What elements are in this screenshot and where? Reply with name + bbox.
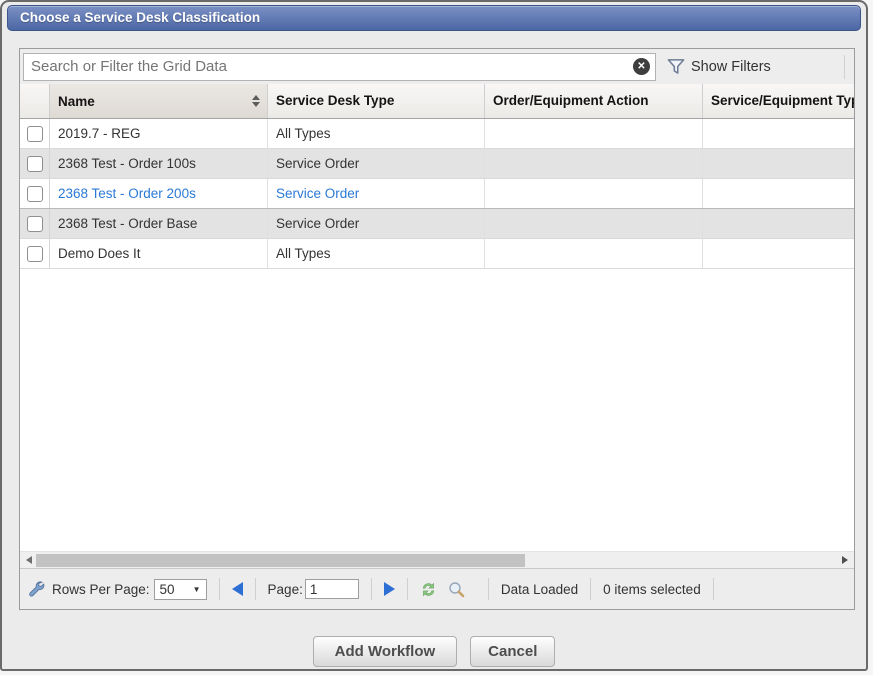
cell-service-desk-type: All Types [268, 119, 485, 148]
status-text: Data Loaded [501, 582, 578, 597]
cell-name: Demo Does It [50, 239, 268, 268]
header-checkbox-column [20, 84, 50, 118]
row-checkbox[interactable] [27, 246, 43, 262]
table-body: 2019.7 - REG All Types 2368 Test - Order… [20, 119, 854, 269]
cell-order-equipment-action [485, 209, 703, 238]
cell-service-equipment-type [703, 209, 854, 238]
horizontal-scrollbar[interactable] [20, 551, 854, 568]
dialog-buttons: Add Workflow Cancel [2, 636, 866, 667]
magnifier-icon[interactable] [448, 581, 465, 598]
show-filters-button[interactable]: Show Filters [691, 59, 771, 75]
filter-funnel-icon[interactable] [667, 58, 686, 76]
toolbar-divider [844, 55, 845, 79]
row-checkbox-cell [20, 179, 50, 208]
cell-order-equipment-action [485, 239, 703, 268]
selection-count-text: 0 items selected [603, 582, 701, 597]
pager-divider [371, 578, 372, 600]
row-checkbox[interactable] [27, 216, 43, 232]
row-checkbox-cell [20, 119, 50, 148]
cell-service-equipment-type [703, 149, 854, 178]
header-service-equipment-type[interactable]: Service/Equipment Type [703, 84, 854, 118]
add-workflow-button[interactable]: Add Workflow [313, 636, 458, 667]
grid-header: Name Service Desk Type Order/Equipment A… [20, 84, 854, 119]
pager-divider [488, 578, 489, 600]
wrench-icon[interactable] [27, 580, 45, 598]
row-checkbox-cell [20, 149, 50, 178]
cell-service-desk-type: Service Order [268, 209, 485, 238]
scroll-left-icon[interactable] [26, 556, 32, 564]
pager-divider [713, 578, 714, 600]
row-checkbox-cell [20, 239, 50, 268]
page-label: Page: [268, 582, 303, 597]
cell-service-desk-type: Service Order [268, 149, 485, 178]
pager-divider [590, 578, 591, 600]
pager-divider [219, 578, 220, 600]
grid-panel: ✕ Show Filters Name Service Desk Type Or… [19, 48, 855, 610]
header-service-desk-type[interactable]: Service Desk Type [268, 84, 485, 118]
previous-page-button[interactable] [232, 582, 243, 596]
header-name[interactable]: Name [50, 84, 268, 118]
table-row[interactable]: 2368 Test - Order 100s Service Order [20, 149, 854, 179]
cell-name: 2368 Test - Order Base [50, 209, 268, 238]
clear-search-icon[interactable]: ✕ [633, 58, 650, 75]
cell-order-equipment-action [485, 149, 703, 178]
cell-name: 2019.7 - REG [50, 119, 268, 148]
row-checkbox[interactable] [27, 186, 43, 202]
cell-service-equipment-type [703, 119, 854, 148]
table-row[interactable]: 2368 Test - Order 200s Service Order [20, 179, 854, 209]
cell-order-equipment-action [485, 179, 703, 208]
next-page-button[interactable] [384, 582, 395, 596]
horizontal-scrollbar-thumb[interactable] [36, 554, 525, 567]
rows-per-page-value: 50 [160, 582, 175, 597]
cell-service-equipment-type [703, 239, 854, 268]
scroll-right-icon[interactable] [842, 556, 848, 564]
chevron-down-icon: ▼ [193, 585, 201, 594]
pager-divider [407, 578, 408, 600]
pager-divider [255, 578, 256, 600]
dialog-titlebar: Choose a Service Desk Classification [7, 5, 861, 31]
rows-per-page-label: Rows Per Page: [52, 582, 150, 597]
row-checkbox[interactable] [27, 126, 43, 142]
cell-service-equipment-type [703, 179, 854, 208]
cell-name: 2368 Test - Order 200s [50, 179, 268, 208]
header-name-label: Name [58, 85, 95, 118]
pager-toolbar: Rows Per Page: 50 ▼ Page: [20, 568, 854, 609]
cell-service-desk-type: All Types [268, 239, 485, 268]
table-row[interactable]: 2368 Test - Order Base Service Order [20, 209, 854, 239]
search-toolbar: ✕ Show Filters [20, 49, 854, 84]
search-input[interactable] [23, 53, 656, 81]
cell-service-desk-type: Service Order [268, 179, 485, 208]
table-row[interactable]: Demo Does It All Types [20, 239, 854, 269]
row-checkbox[interactable] [27, 156, 43, 172]
cell-name: 2368 Test - Order 100s [50, 149, 268, 178]
sort-icon [252, 95, 260, 107]
rows-per-page-select[interactable]: 50 ▼ [154, 579, 207, 600]
table-row[interactable]: 2019.7 - REG All Types [20, 119, 854, 149]
row-checkbox-cell [20, 209, 50, 238]
cell-order-equipment-action [485, 119, 703, 148]
search-input-wrap: ✕ [23, 53, 656, 81]
grid-empty-area [20, 269, 854, 551]
choose-classification-dialog: Choose a Service Desk Classification ✕ S… [0, 0, 868, 671]
header-order-equipment-action[interactable]: Order/Equipment Action [485, 84, 703, 118]
dialog-title: Choose a Service Desk Classification [20, 10, 260, 25]
page-number-input[interactable] [305, 579, 359, 599]
refresh-icon[interactable] [420, 581, 437, 598]
cancel-button[interactable]: Cancel [470, 636, 555, 667]
